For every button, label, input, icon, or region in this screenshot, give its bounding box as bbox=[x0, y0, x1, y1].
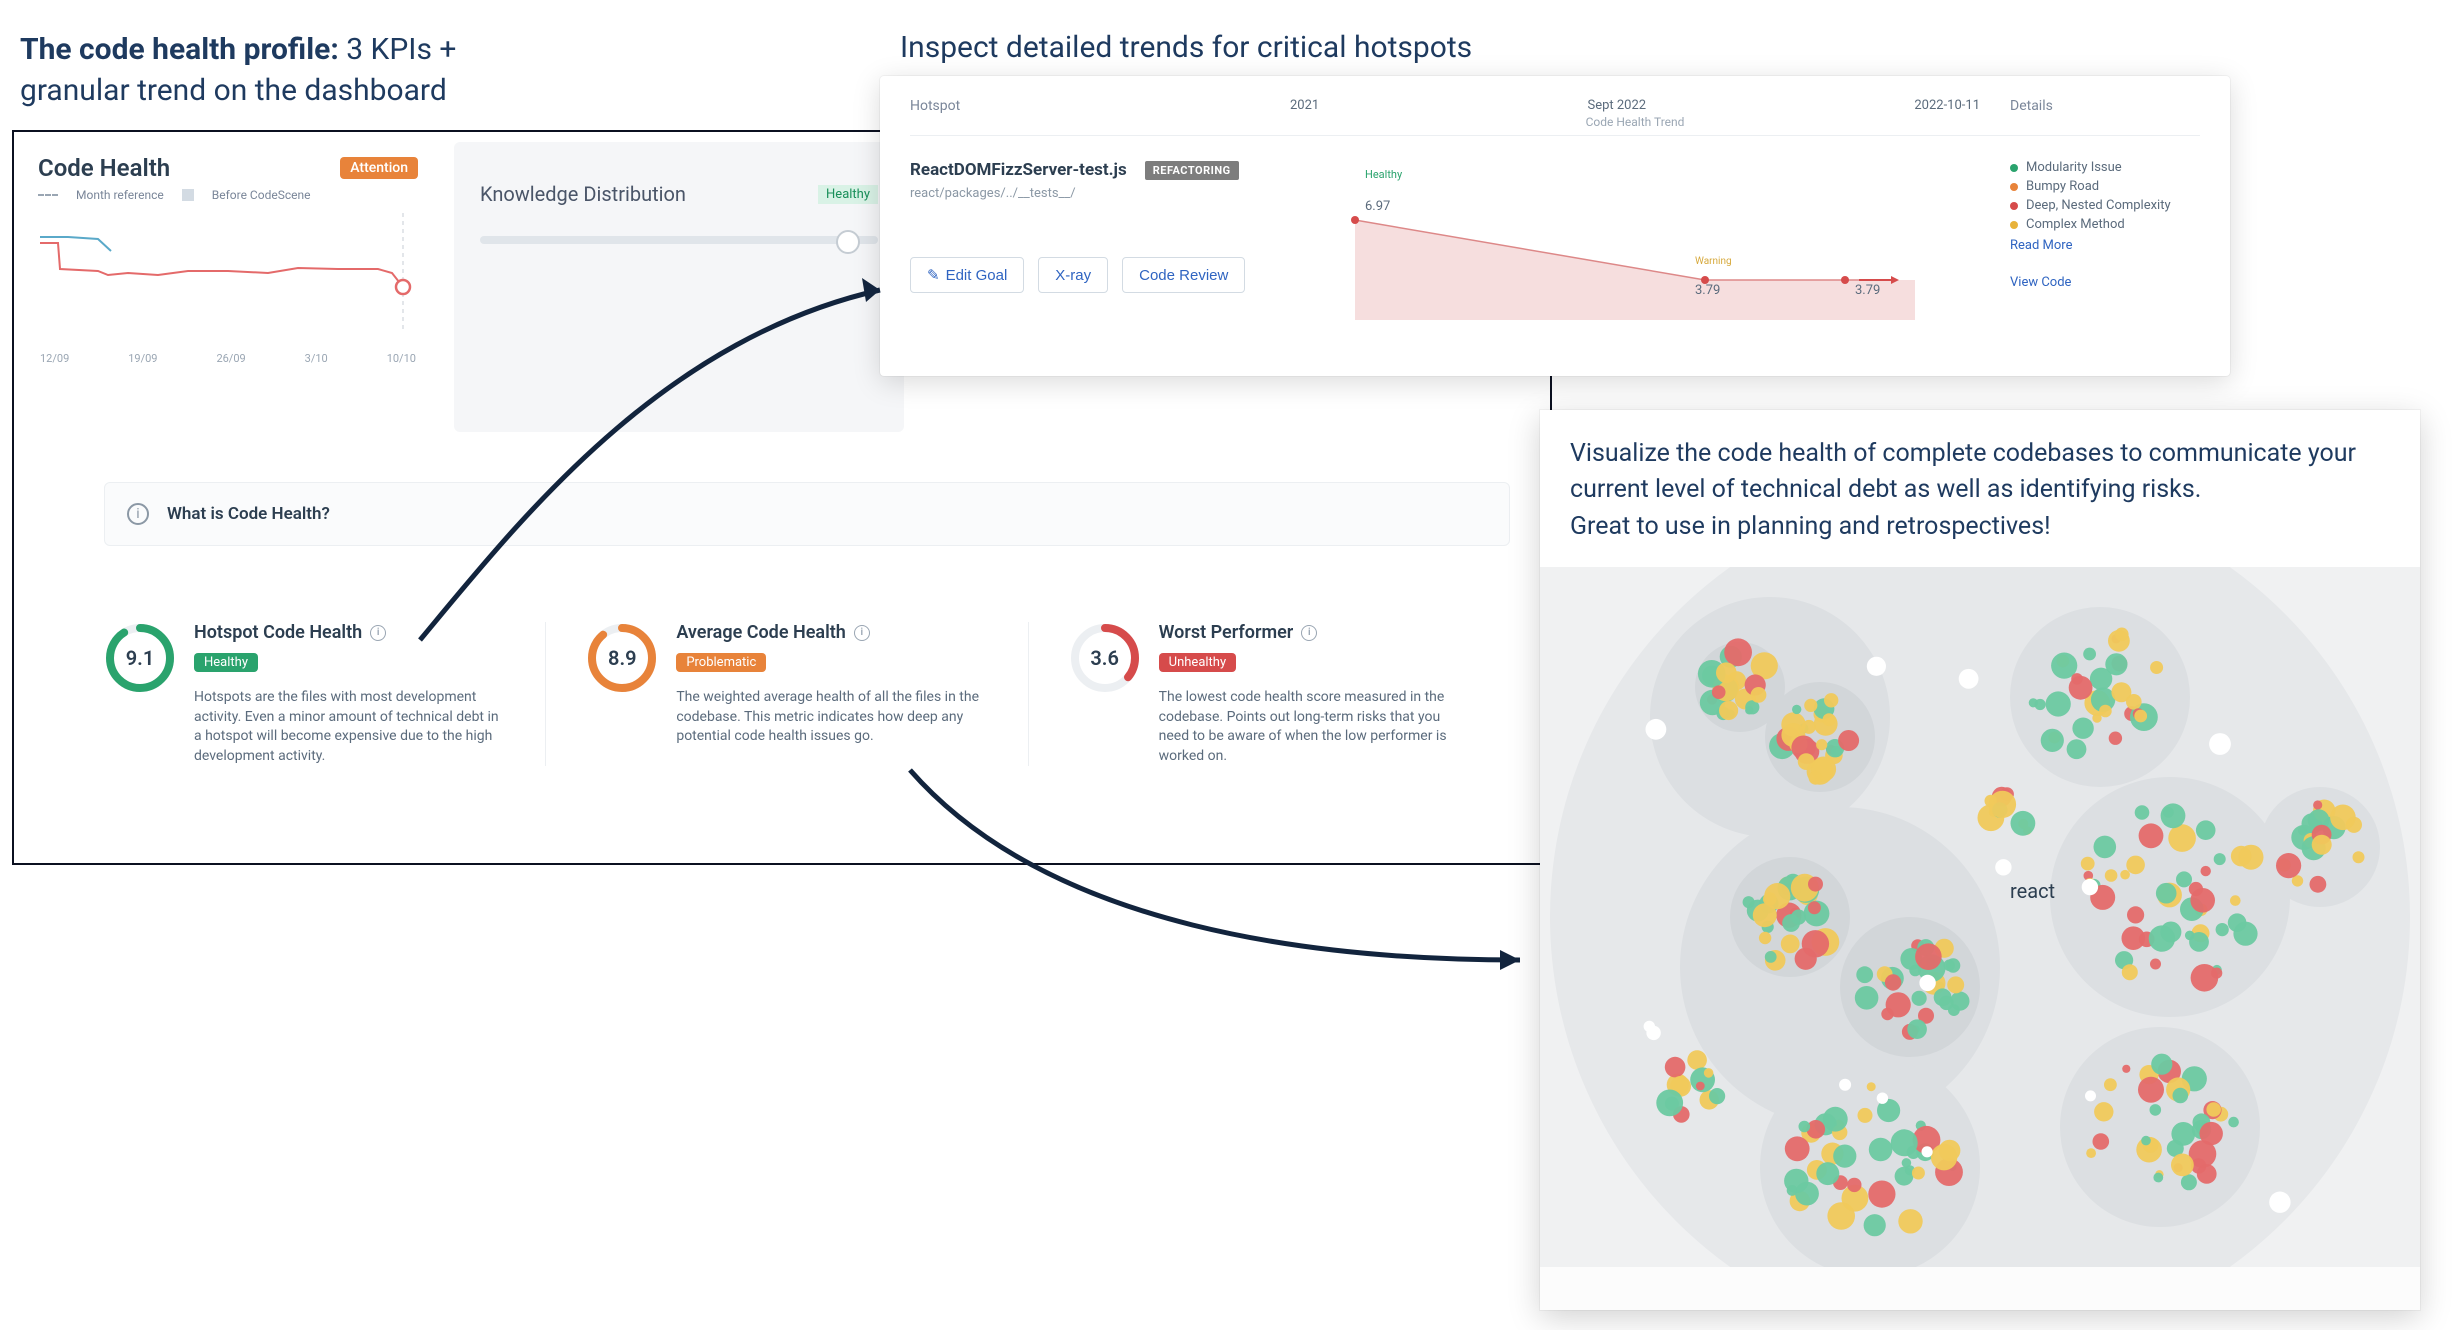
timeline-end: 2022-10-11 bbox=[1914, 98, 1980, 113]
kpi-row: 9.1 Hotspot Code Health i Healthy Hotspo… bbox=[104, 622, 1510, 766]
legend-month-ref: Month reference bbox=[76, 188, 164, 202]
kpi-description: Hotspots are the files with most develop… bbox=[194, 688, 505, 766]
hotspot-detail-panel: Hotspot 2021 Sept 2022 2022-10-11 Code H… bbox=[880, 76, 2230, 376]
knowledge-slider[interactable] bbox=[480, 236, 878, 244]
hotspot-trend-chart[interactable]: Healthy 6.97 Warning 3.79 3.79 bbox=[1280, 160, 1990, 320]
read-more-link[interactable]: Read More bbox=[2010, 238, 2200, 253]
help-icon[interactable]: i bbox=[370, 625, 386, 641]
status-badge-attention: Attention bbox=[340, 157, 418, 179]
code-review-label: Code Review bbox=[1139, 267, 1228, 284]
chart-mid-value: 3.79 bbox=[1695, 283, 1720, 298]
legend-label: Deep, Nested Complexity bbox=[2026, 198, 2171, 213]
kpi-title: Average Code Health i bbox=[676, 622, 987, 643]
legend-dash-icon bbox=[38, 194, 58, 196]
help-icon[interactable]: i bbox=[854, 625, 870, 641]
bubble-center-label: react bbox=[2010, 879, 2055, 903]
timeline-mid: Sept 2022 bbox=[1587, 98, 1646, 113]
legend-items-slot: Modularity Issue Bumpy Road Deep, Nested C… bbox=[2010, 160, 2200, 232]
refactoring-badge: REFACTORING bbox=[1145, 161, 1239, 180]
pencil-icon: ✎ bbox=[927, 266, 940, 284]
legend-item: Modularity Issue bbox=[2010, 160, 2200, 175]
trend-xaxis: 12/09 19/09 26/09 3/10 10/10 bbox=[38, 352, 418, 365]
chart-healthy-label: Healthy bbox=[1365, 168, 1403, 181]
kpi-title: Worst Performer i bbox=[1159, 622, 1470, 643]
timeline-start: 2021 bbox=[1290, 98, 1319, 113]
kpi-value: 3.6 bbox=[1069, 622, 1141, 694]
timeline-subtitle: Code Health Trend bbox=[1280, 115, 1990, 129]
legend-dot-icon bbox=[2010, 221, 2018, 229]
chart-left-value: 6.97 bbox=[1365, 199, 1390, 214]
kpi-description: The lowest code health score measured in… bbox=[1159, 688, 1470, 766]
legend-item: Complex Method bbox=[2010, 217, 2200, 232]
annotation-profile: The code health profile: 3 KPIs + granul… bbox=[20, 30, 540, 111]
kpi-ring: 3.6 bbox=[1069, 622, 1141, 694]
kpi-badge: Healthy bbox=[194, 653, 258, 672]
legend-dot-icon bbox=[2010, 183, 2018, 191]
kpi-ring: 9.1 bbox=[104, 622, 176, 694]
knowledge-title: Knowledge Distribution bbox=[480, 182, 686, 206]
legend-square-icon bbox=[182, 189, 194, 201]
kpi-card[interactable]: 9.1 Hotspot Code Health i Healthy Hotspo… bbox=[104, 622, 546, 766]
chart-warning-label: Warning bbox=[1695, 256, 1732, 267]
kpi-value: 9.1 bbox=[104, 622, 176, 694]
bubble-caption-line1: Visualize the code health of complete co… bbox=[1570, 436, 2390, 509]
col-hotspot: Hotspot bbox=[910, 98, 1280, 129]
xtick: 19/09 bbox=[128, 352, 157, 365]
bubble-caption-line2: Great to use in planning and retrospecti… bbox=[1570, 509, 2390, 545]
xray-label: X-ray bbox=[1055, 267, 1091, 284]
kpi-value: 8.9 bbox=[586, 622, 658, 694]
legend-label: Bumpy Road bbox=[2026, 179, 2099, 194]
hotspot-file-name[interactable]: ReactDOMFizzServer-test.js bbox=[910, 160, 1127, 180]
help-icon[interactable]: i bbox=[1301, 625, 1317, 641]
col-details: Details bbox=[1990, 98, 2200, 129]
xtick: 26/09 bbox=[216, 352, 245, 365]
codebase-bubble-panel: Visualize the code health of complete co… bbox=[1540, 410, 2420, 1310]
legend-before-codescene: Before CodeScene bbox=[212, 188, 311, 202]
bubble-visualization[interactable]: react bbox=[1540, 567, 2420, 1267]
kpi-card[interactable]: 8.9 Average Code Health i Problematic Th… bbox=[546, 622, 1028, 766]
kpi-card[interactable]: 3.6 Worst Performer i Unhealthy The lowe… bbox=[1029, 622, 1510, 766]
kpi-description: The weighted average health of all the f… bbox=[676, 688, 987, 747]
kpi-badge: Unhealthy bbox=[1159, 653, 1236, 672]
code-health-title: Code Health bbox=[38, 154, 170, 182]
status-badge-healthy: Healthy bbox=[818, 185, 878, 204]
edit-goal-button[interactable]: ✎ Edit Goal bbox=[910, 257, 1024, 293]
kpi-title: Hotspot Code Health i bbox=[194, 622, 505, 643]
annotation-hotspots: Inspect detailed trends for critical hot… bbox=[900, 30, 1472, 65]
legend-label: Modularity Issue bbox=[2026, 160, 2122, 175]
legend-dot-icon bbox=[2010, 164, 2018, 172]
code-health-card: Code Health Attention Month reference Be… bbox=[28, 142, 428, 375]
hotspot-file-path: react/packages/../__tests__/ bbox=[910, 186, 1280, 201]
legend-dot-icon bbox=[2010, 202, 2018, 210]
legend-label: Complex Method bbox=[2026, 217, 2125, 232]
knowledge-distribution-card: Knowledge Distribution Healthy bbox=[454, 142, 904, 432]
chart-right-value: 3.79 bbox=[1855, 283, 1880, 298]
xtick: 3/10 bbox=[305, 352, 328, 365]
legend-item: Bumpy Road bbox=[2010, 179, 2200, 194]
code-health-trend-chart[interactable] bbox=[38, 208, 418, 348]
xray-button[interactable]: X-ray bbox=[1038, 257, 1108, 293]
legend-item: Deep, Nested Complexity bbox=[2010, 198, 2200, 213]
hotspot-legend: Modularity Issue Bumpy Road Deep, Nested C… bbox=[1990, 160, 2200, 320]
info-icon: i bbox=[127, 503, 149, 525]
xtick: 12/09 bbox=[40, 352, 69, 365]
view-code-link[interactable]: View Code bbox=[2010, 275, 2200, 290]
edit-goal-label: Edit Goal bbox=[946, 267, 1008, 284]
code-review-button[interactable]: Code Review bbox=[1122, 257, 1245, 293]
what-is-code-health-bar[interactable]: i What is Code Health? bbox=[104, 482, 1510, 546]
info-label: What is Code Health? bbox=[167, 504, 330, 524]
xtick: 10/10 bbox=[387, 352, 416, 365]
kpi-ring: 8.9 bbox=[586, 622, 658, 694]
kpi-badge: Problematic bbox=[676, 653, 766, 672]
annotation-profile-bold: The code health profile: bbox=[20, 32, 339, 67]
